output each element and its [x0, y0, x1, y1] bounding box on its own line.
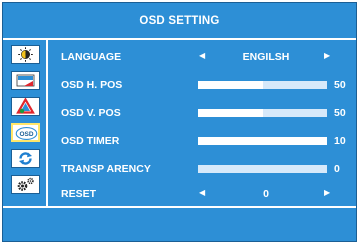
- osd-timer-label: OSD TIMER: [61, 135, 120, 147]
- color-icon: [16, 98, 35, 114]
- osd-v-pos-label: OSD V. POS: [61, 107, 121, 119]
- osd-h-pos-fill: [198, 81, 263, 89]
- brightness-icon: [18, 47, 33, 62]
- osd-title: OSD SETTING: [139, 14, 220, 27]
- osd-icon-label: OSD: [19, 131, 33, 138]
- reset-next-arrow-icon[interactable]: ▶: [324, 188, 330, 197]
- osd-timer-row[interactable]: OSD TIMER 10: [61, 132, 353, 152]
- osd-timer-value: 10: [334, 135, 346, 147]
- sidebar-item-settings[interactable]: [11, 175, 40, 194]
- osd-timer-fill: [198, 137, 327, 145]
- refresh-icon: [19, 152, 32, 165]
- transparency-row[interactable]: TRANSP ARENCY 0: [61, 160, 353, 180]
- transparency-slider[interactable]: [198, 165, 327, 173]
- osd-h-pos-row[interactable]: OSD H. POS 50: [61, 76, 353, 96]
- osd-timer-slider[interactable]: [198, 137, 327, 145]
- osd-h-pos-label: OSD H. POS: [61, 79, 123, 91]
- osd-v-pos-row[interactable]: OSD V. POS 50: [61, 104, 353, 124]
- sidebar-item-reset[interactable]: [11, 149, 40, 168]
- osd-v-pos-value: 50: [334, 107, 346, 119]
- language-label: LANGUAGE: [61, 51, 122, 63]
- title-bar: OSD SETTING: [3, 3, 356, 40]
- reset-prev-arrow-icon[interactable]: ◀: [199, 188, 205, 197]
- osd-v-pos-slider[interactable]: [198, 109, 327, 117]
- language-value: ENGILSH: [242, 51, 290, 63]
- transparency-value: 0: [334, 163, 340, 175]
- osd-h-pos-slider[interactable]: [198, 81, 327, 89]
- language-row[interactable]: LANGUAGE ◀ ENGILSH ▶: [61, 48, 353, 68]
- bottom-divider: [3, 206, 356, 208]
- reset-label: RESET: [61, 188, 97, 200]
- sidebar-item-osd[interactable]: OSD: [11, 123, 40, 142]
- sidebar-item-color[interactable]: [11, 97, 40, 116]
- sidebar-item-image[interactable]: [11, 71, 40, 90]
- settings-icon: [17, 177, 34, 191]
- transparency-label: TRANSP ARENCY: [61, 163, 151, 175]
- sidebar: OSD: [3, 40, 48, 206]
- osd-icon: OSD: [15, 127, 38, 140]
- image-icon: [16, 74, 35, 87]
- language-next-arrow-icon[interactable]: ▶: [324, 51, 330, 60]
- reset-row[interactable]: RESET ◀ 0 ▶: [61, 185, 353, 205]
- language-prev-arrow-icon[interactable]: ◀: [199, 51, 205, 60]
- osd-h-pos-value: 50: [334, 79, 346, 91]
- osd-v-pos-fill: [198, 109, 263, 117]
- osd-menu: OSD SETTING OSD LANGUAGE ◀ ENGILSH ▶ OSD…: [2, 2, 357, 242]
- sidebar-item-brightness[interactable]: [11, 45, 40, 64]
- reset-value: 0: [263, 188, 269, 200]
